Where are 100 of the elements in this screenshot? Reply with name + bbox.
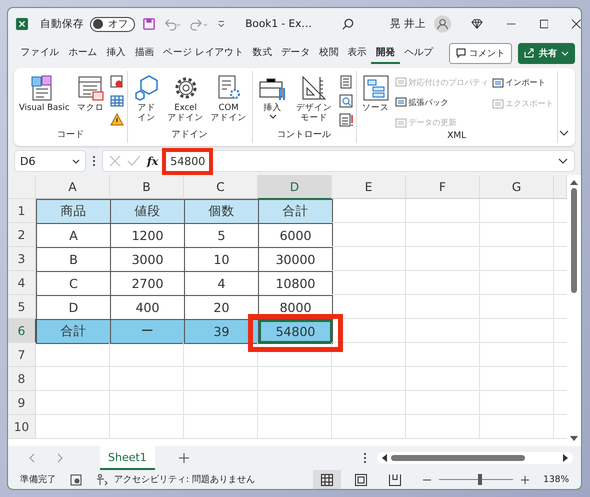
row-header[interactable]: 8: [8, 367, 36, 391]
page-icon: [355, 474, 368, 486]
ribbon-icon-button[interactable]: [110, 74, 124, 89]
ribbon-tab[interactable]: ページ レイアウト: [158, 42, 248, 64]
comment-button[interactable]: コメント: [449, 42, 512, 64]
scroll-thumb[interactable]: [391, 455, 525, 461]
save-icon[interactable]: [142, 17, 155, 31]
ribbon-tab[interactable]: 表示: [342, 42, 372, 64]
diamond-icon[interactable]: [471, 18, 484, 30]
ribbon-button[interactable]: COM アドイン: [208, 73, 249, 128]
xml-map-icon: [394, 96, 407, 108]
row-header[interactable]: 2: [8, 223, 36, 247]
check-icon[interactable]: [127, 155, 141, 167]
ribbon-button[interactable]: 挿入: [256, 73, 290, 128]
column-header[interactable]: F: [406, 175, 480, 199]
search-icon[interactable]: [342, 17, 354, 31]
user-name[interactable]: 晃 井上: [390, 17, 426, 31]
customize-caret-icon[interactable]: [216, 20, 226, 28]
macro-sheet-icon: [76, 74, 105, 102]
row-header[interactable]: 9: [8, 391, 36, 415]
function-label[interactable]: fx: [147, 154, 158, 168]
column-header[interactable]: A: [36, 175, 110, 199]
sheet-tab[interactable]: Sheet1: [100, 446, 155, 470]
scroll-right-icon[interactable]: [563, 454, 569, 462]
table-cell: 39: [184, 319, 259, 344]
ribbon-tab[interactable]: 描画: [130, 42, 159, 64]
row-header[interactable]: 10: [8, 415, 36, 439]
maximize-icon[interactable]: [540, 19, 548, 29]
ribbon-tab[interactable]: 挿入: [102, 42, 130, 64]
scroll-thumb[interactable]: [571, 188, 577, 293]
window-title: Book1 - Ex…: [245, 18, 312, 30]
row-header[interactable]: 3: [8, 247, 36, 271]
ribbon-tab[interactable]: データ: [276, 42, 315, 64]
excel-logo-icon: [16, 17, 28, 31]
row-header[interactable]: 1: [8, 199, 36, 223]
scroll-left-icon[interactable]: [381, 454, 387, 462]
view-button[interactable]: [313, 470, 342, 489]
more-icon[interactable]: [363, 452, 367, 464]
column-header[interactable]: C: [184, 175, 258, 199]
ribbon-button[interactable]: アドイン: [130, 73, 163, 128]
ribbon-button[interactable]: Visual Basic: [17, 73, 72, 128]
ribbon-tab[interactable]: 校閲: [314, 42, 343, 64]
table-cell: 個数: [184, 199, 259, 224]
ribbon-tab[interactable]: ファイル: [16, 42, 64, 64]
collapse-caret-icon[interactable]: [559, 130, 569, 136]
share-button[interactable]: 共有: [518, 42, 575, 64]
ribbon-button[interactable]: インポート: [492, 74, 554, 91]
accessibility-status[interactable]: アクセシビリティ: 問題ありません: [114, 473, 255, 486]
ruler-triangle-icon: [300, 74, 328, 102]
formula-value: 54800: [170, 154, 206, 168]
ribbon-icon-button[interactable]: [338, 112, 353, 127]
scroll-down-icon[interactable]: [570, 436, 578, 442]
ribbon-tab[interactable]: ヘルプ: [400, 42, 438, 64]
table-cell: 商品: [36, 199, 111, 224]
xml-source-icon: [362, 74, 390, 102]
column-header[interactable]: B: [110, 175, 184, 199]
add-sheet-icon[interactable]: [178, 453, 189, 463]
autosave-toggle[interactable]: オフ: [90, 16, 135, 32]
ribbon-icon-button[interactable]: [110, 112, 124, 127]
record-icon: [110, 74, 124, 88]
close-icon[interactable]: [572, 19, 581, 29]
row-header[interactable]: 4: [8, 271, 36, 295]
accessibility-icon[interactable]: [96, 474, 108, 486]
dialog-alert-icon: [338, 112, 353, 126]
scroll-up-icon[interactable]: [570, 179, 578, 185]
page-break-icon: [389, 474, 402, 486]
ribbon-tab[interactable]: 開発: [371, 42, 400, 64]
zoom-level[interactable]: 138%: [543, 474, 569, 484]
macro-record-icon[interactable]: [70, 474, 82, 486]
ribbon-button[interactable]: 拡張パック: [394, 94, 489, 111]
expand-caret-icon[interactable]: [558, 158, 568, 164]
avatar-icon[interactable]: [434, 14, 452, 34]
group-label: コード: [56, 129, 84, 141]
share-icon: [524, 48, 535, 58]
ribbon-button[interactable]: マクロ: [74, 73, 107, 128]
ribbon-icon-button[interactable]: [338, 93, 353, 108]
list-icon: [340, 74, 352, 88]
ribbon-button[interactable]: ソース: [360, 73, 392, 131]
ribbon-tab[interactable]: ホーム: [64, 42, 102, 64]
ribbon-button[interactable]: Excel アドイン: [166, 73, 206, 128]
name-box[interactable]: D6: [14, 150, 86, 172]
row-header[interactable]: 7: [8, 343, 36, 367]
column-header[interactable]: G: [480, 175, 554, 199]
column-header[interactable]: E: [332, 175, 406, 199]
ribbon-icon-button[interactable]: [110, 93, 124, 108]
group-label: XML: [447, 131, 466, 141]
xml-map-icon: [394, 116, 407, 129]
grid-icon: [321, 474, 334, 486]
more-icon[interactable]: [92, 155, 96, 167]
ribbon-icon-button[interactable]: [338, 74, 353, 89]
group-label: アドイン: [172, 129, 208, 141]
caret-icon: [561, 50, 569, 56]
row-header[interactable]: 5: [8, 295, 36, 319]
horizontal-scrollbar[interactable]: [377, 452, 573, 464]
zoom-in-icon[interactable]: [521, 476, 530, 484]
formula-field[interactable]: fx 54800: [102, 150, 575, 172]
column-header[interactable]: D: [258, 175, 332, 199]
row-header[interactable]: 6: [8, 319, 36, 343]
ribbon-tab[interactable]: 数式: [248, 42, 276, 64]
ribbon-button[interactable]: デザインモード: [292, 73, 336, 128]
